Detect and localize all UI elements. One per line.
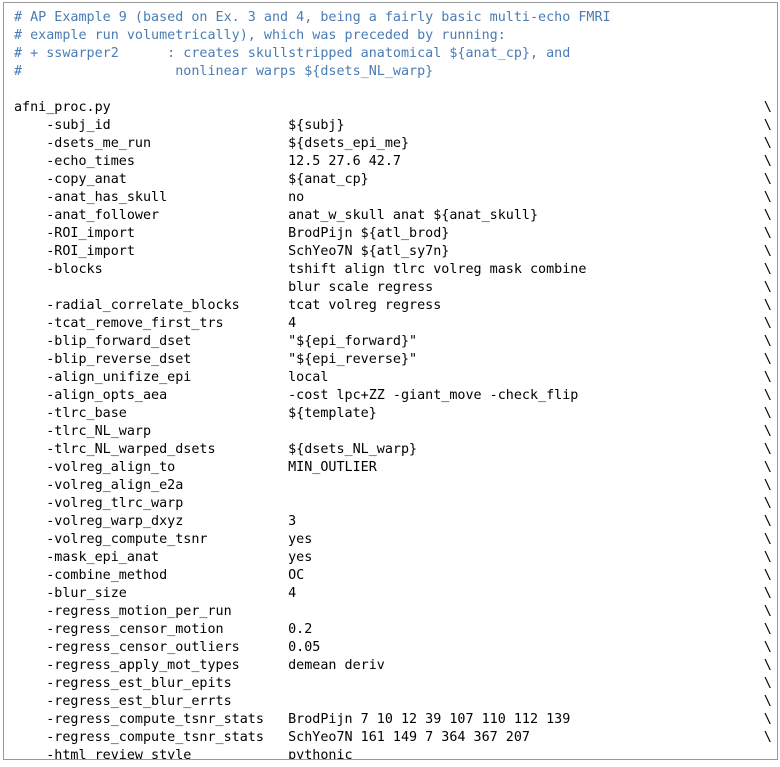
option-line-2: -dsets_me_run ${dsets_epi_me} \: [14, 136, 772, 151]
option-line-29: -regress_censor_motion 0.2 \: [14, 622, 772, 637]
comment-line-1: # AP Example 9 (based on Ex. 3 and 4, be…: [14, 10, 611, 25]
comment-line-2: # example run volumetrically), which was…: [14, 28, 506, 43]
code-block[interactable]: # AP Example 9 (based on Ex. 3 and 4, be…: [3, 2, 778, 760]
comment-line-4: # nonlinear warps ${dsets_NL_warp}: [14, 64, 434, 79]
option-line-28: -regress_motion_per_run \: [14, 604, 772, 619]
option-line-22: -volreg_tlrc_warp \: [14, 496, 772, 511]
option-line-11: -radial_correlate_blocks tcat volreg reg…: [14, 298, 772, 313]
code-listing[interactable]: # AP Example 9 (based on Ex. 3 and 4, be…: [4, 9, 777, 760]
option-line-35: -regress_compute_tsnr_stats SchYeo7N 161…: [14, 730, 772, 745]
option-line-6: -anat_follower anat_w_skull anat ${anat_…: [14, 208, 772, 223]
option-line-7: -ROI_import BrodPijn ${atl_brod} \: [14, 226, 772, 241]
option-line-19: -tlrc_NL_warped_dsets ${dsets_NL_warp} \: [14, 442, 772, 457]
option-line-18: -tlrc_NL_warp \: [14, 424, 772, 439]
option-line-10: blur scale regress \: [14, 280, 772, 295]
option-line-33: -regress_est_blur_errts \: [14, 694, 772, 709]
option-line-4: -copy_anat ${anat_cp} \: [14, 172, 772, 187]
option-line-17: -tlrc_base ${template} \: [14, 406, 772, 421]
option-line-14: -blip_reverse_dset "${epi_reverse}" \: [14, 352, 772, 367]
command-line: afni_proc.py \: [14, 100, 772, 115]
option-line-30: -regress_censor_outliers 0.05 \: [14, 640, 772, 655]
option-line-16: -align_opts_aea -cost lpc+ZZ -giant_move…: [14, 388, 772, 403]
option-line-12: -tcat_remove_first_trs 4 \: [14, 316, 772, 331]
option-line-8: -ROI_import SchYeo7N ${atl_sy7n} \: [14, 244, 772, 259]
option-line-36: -html_review_style pythonic: [14, 748, 353, 760]
option-line-15: -align_unifize_epi local \: [14, 370, 772, 385]
option-line-21: -volreg_align_e2a \: [14, 478, 772, 493]
option-line-1: -subj_id ${subj} \: [14, 118, 772, 133]
option-line-5: -anat_has_skull no \: [14, 190, 772, 205]
option-line-23: -volreg_warp_dxyz 3 \: [14, 514, 772, 529]
option-line-32: -regress_est_blur_epits \: [14, 676, 772, 691]
option-line-13: -blip_forward_dset "${epi_forward}" \: [14, 334, 772, 349]
option-line-26: -combine_method OC \: [14, 568, 772, 583]
option-line-3: -echo_times 12.5 27.6 42.7 \: [14, 154, 772, 169]
option-line-27: -blur_size 4 \: [14, 586, 772, 601]
option-line-9: -blocks tshift align tlrc volreg mask co…: [14, 262, 772, 277]
option-line-20: -volreg_align_to MIN_OUTLIER \: [14, 460, 772, 475]
option-line-31: -regress_apply_mot_types demean deriv \: [14, 658, 772, 673]
option-line-24: -volreg_compute_tsnr yes \: [14, 532, 772, 547]
option-line-34: -regress_compute_tsnr_stats BrodPijn 7 1…: [14, 712, 772, 727]
comment-line-3: # + sswarper2 : creates skullstripped an…: [14, 46, 571, 61]
option-line-25: -mask_epi_anat yes \: [14, 550, 772, 565]
